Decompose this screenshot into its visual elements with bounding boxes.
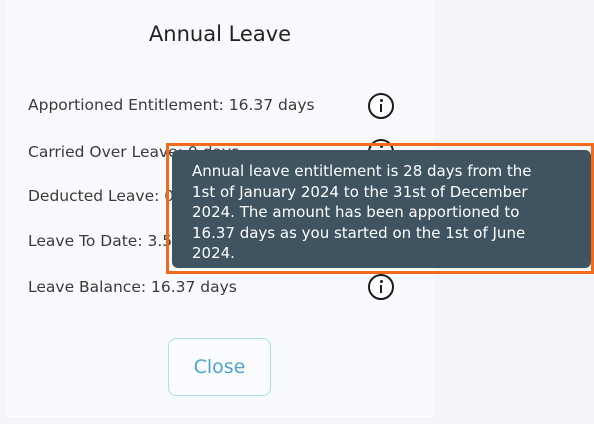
leave-balance-label: Leave Balance: 16.37 days — [28, 278, 237, 296]
modal-title: Annual Leave — [148, 22, 292, 46]
tooltip-line: Annual leave entitlement is 28 days from… — [192, 162, 532, 180]
tooltip-line: 1st of January 2024 to the 31st of Decem… — [192, 182, 528, 201]
entitlement-tooltip: Annual leave entitlement is 28 days from… — [172, 150, 591, 268]
tooltip-line: 2024. — [192, 244, 235, 262]
tooltip-line: 16.37 days as you started on the 1st of … — [192, 223, 526, 242]
close-button[interactable]: Close — [168, 338, 271, 396]
tooltip-line: 2024. The amount has been apportioned to — [192, 203, 520, 221]
info-icon[interactable] — [368, 274, 394, 300]
apportioned-entitlement-label: Apportioned Entitlement: 16.37 days — [28, 96, 315, 114]
info-icon[interactable] — [368, 93, 394, 119]
